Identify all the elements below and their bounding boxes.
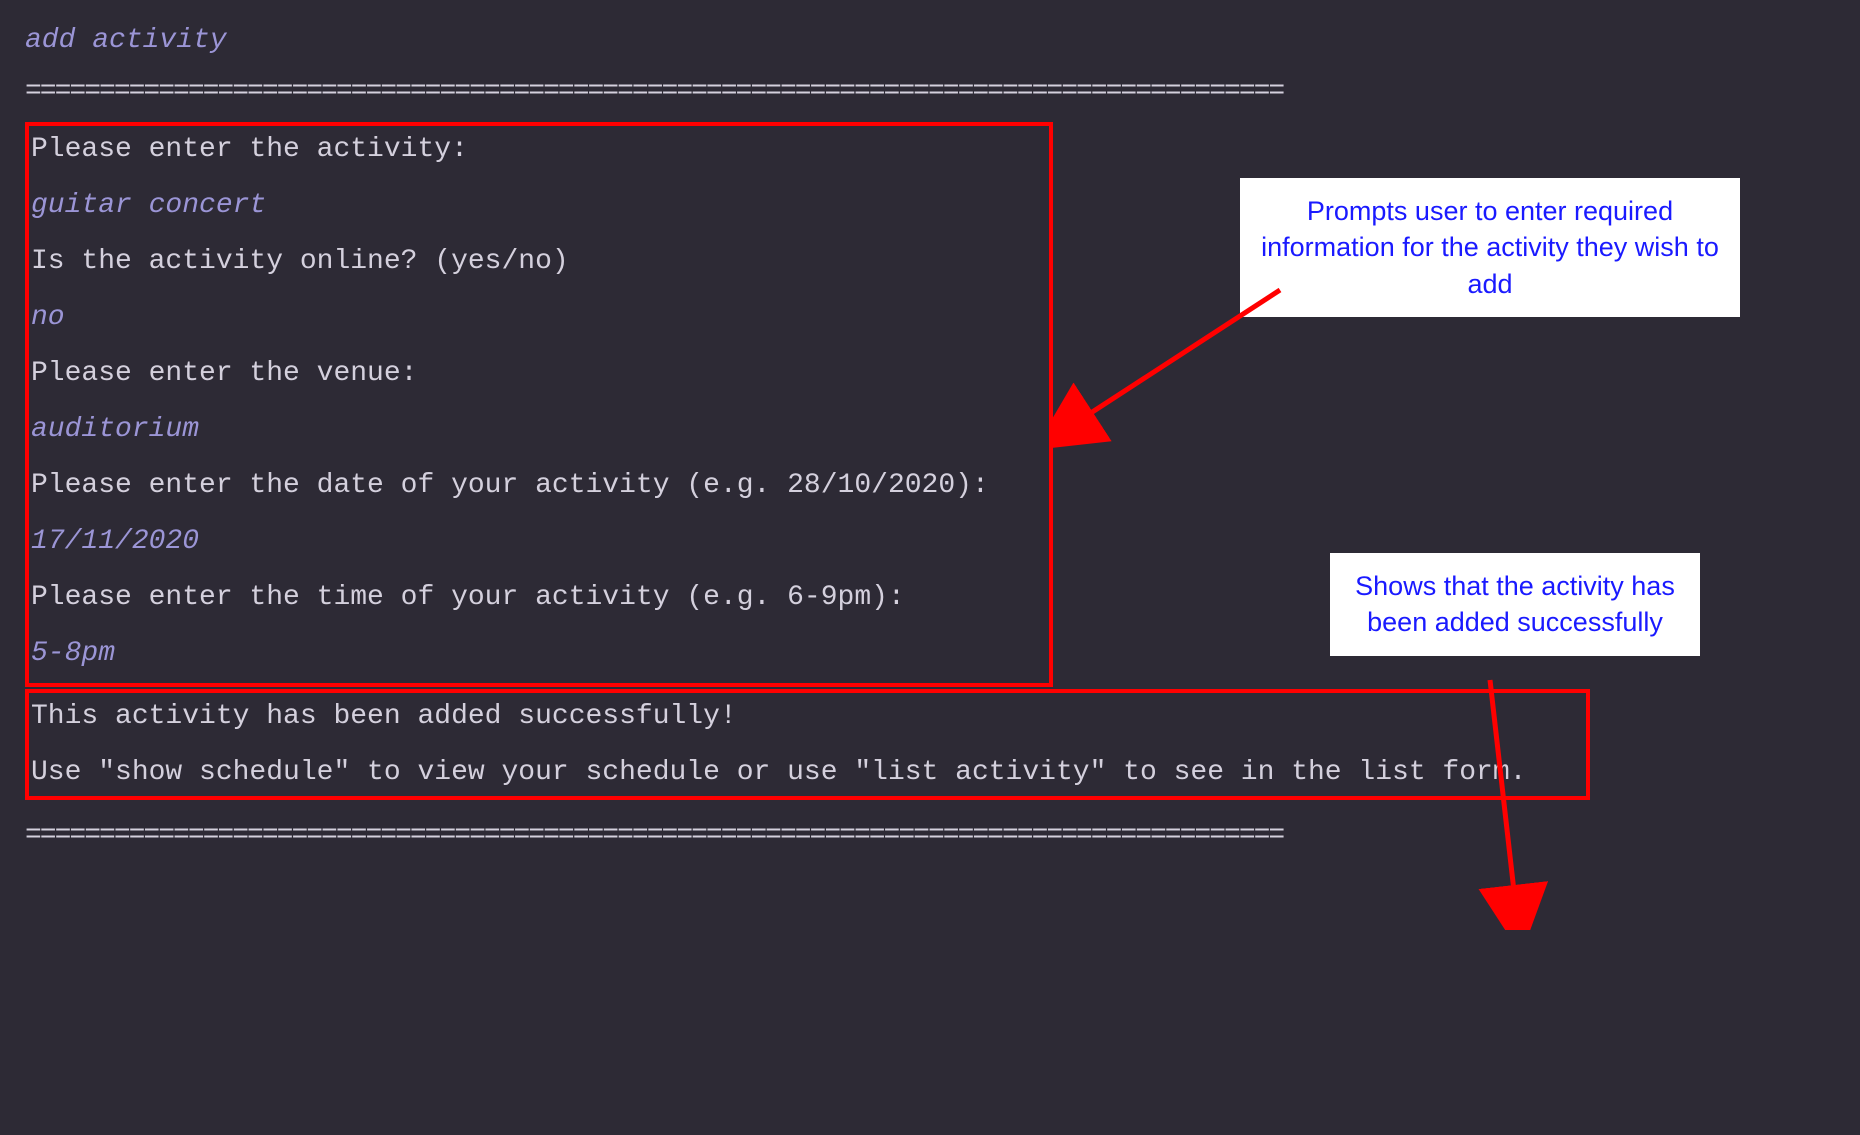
prompts-box: Please enter the activity: guitar concer…: [25, 122, 1053, 687]
callout-prompts: Prompts user to enter required informati…: [1240, 178, 1740, 317]
divider-top: ========================================…: [25, 76, 1835, 107]
input-date: 17/11/2020: [31, 526, 1047, 557]
input-online: no: [31, 302, 1047, 333]
prompt-venue: Please enter the venue:: [31, 358, 1047, 389]
success-box: This activity has been added successfull…: [25, 689, 1590, 800]
divider-bottom: ========================================…: [25, 820, 1835, 851]
success-message: This activity has been added successfull…: [31, 701, 1584, 732]
callout-success: Shows that the activity has been added s…: [1330, 553, 1700, 656]
command-input: add activity: [25, 25, 1835, 56]
terminal-container: add activity ===========================…: [25, 25, 1835, 851]
prompt-activity: Please enter the activity:: [31, 134, 1047, 165]
input-activity: guitar concert: [31, 190, 1047, 221]
input-venue: auditorium: [31, 414, 1047, 445]
success-hint: Use "show schedule" to view your schedul…: [31, 757, 1584, 788]
input-time: 5-8pm: [31, 638, 1047, 669]
prompt-online: Is the activity online? (yes/no): [31, 246, 1047, 277]
prompt-date: Please enter the date of your activity (…: [31, 470, 1047, 501]
prompt-time: Please enter the time of your activity (…: [31, 582, 1047, 613]
